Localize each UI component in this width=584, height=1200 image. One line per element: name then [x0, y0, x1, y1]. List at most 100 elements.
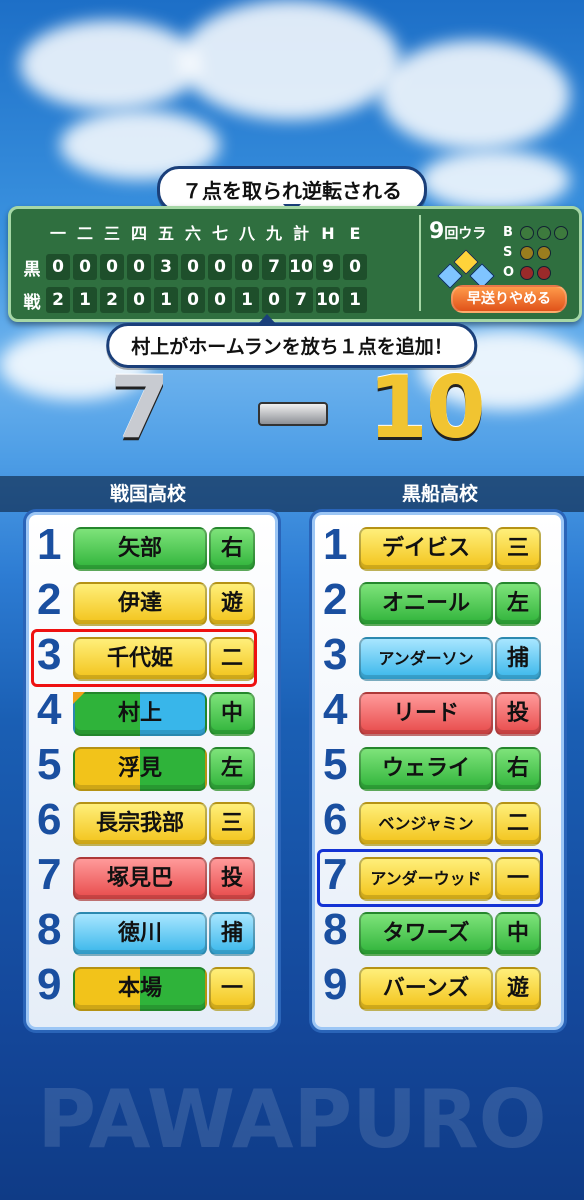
inning-score: 3 [154, 254, 178, 280]
batting-order: 2 [37, 575, 62, 624]
position-badge: 右 [209, 527, 255, 571]
out-lamp [520, 265, 534, 280]
lineup-row[interactable]: 8 徳川 捕 [37, 905, 269, 956]
strike-label: S [503, 245, 513, 260]
inning-score: 1 [154, 287, 178, 313]
lineup-row[interactable]: 1 矢部 右 [37, 520, 269, 571]
inning-score: 0 [208, 287, 232, 313]
inning-header: 七 [211, 224, 228, 243]
team-abbrev: 戦 [23, 292, 41, 313]
inning-score: 1 [73, 287, 97, 313]
base-diamond [435, 249, 495, 289]
lineup-row[interactable]: 9 本場 一 [37, 960, 269, 1011]
inning-score: 0 [262, 287, 286, 313]
strike-lamp [537, 245, 551, 260]
out-lamp [537, 265, 551, 280]
lineup-row[interactable]: 9 バーンズ 遊 [323, 960, 555, 1011]
player-name: 村上 [73, 692, 207, 736]
inning-header: 三 [103, 224, 120, 243]
inning-score: 1 [235, 287, 259, 313]
scoreboard-row-top: 黒 0 0 0 0 3 0 0 0 7 10 9 0 [21, 252, 413, 282]
cloud [180, 0, 400, 120]
lineup-row[interactable]: 6 長宗我部 三 [37, 795, 269, 846]
lineup-panel-left: 1 矢部 右 2 伊達 遊 3 千代姫 二 4 村上 中 5 浮見 左 6 長宗… [26, 512, 278, 1030]
inning-score: 0 [181, 254, 205, 280]
position-badge: 一 [209, 967, 255, 1011]
inning-score: 0 [100, 254, 124, 280]
player-name: バーンズ [359, 967, 493, 1011]
inning-half: 回ウラ [444, 226, 487, 242]
errors: 0 [343, 254, 367, 280]
inning-score: 0 [46, 254, 70, 280]
batting-order: 4 [37, 685, 62, 734]
background-watermark: PAWAPURO [37, 1073, 547, 1166]
cloud [20, 20, 200, 110]
cloud [380, 40, 570, 150]
position-badge: 捕 [495, 637, 541, 681]
strike-count: S [503, 245, 551, 260]
inning-panel: 9回ウラ B S O 早送りやめる [419, 215, 573, 313]
lineup-row[interactable]: 3 アンダーソン 捕 [323, 630, 555, 681]
batting-order: 1 [323, 520, 348, 569]
position-badge: 三 [495, 527, 541, 571]
stop-fast-forward-button[interactable]: 早送りやめる [451, 285, 567, 313]
batting-order: 1 [37, 520, 62, 569]
hits-header: H [321, 224, 335, 243]
lineup-row[interactable]: 2 伊達 遊 [37, 575, 269, 626]
batting-order: 5 [323, 740, 348, 789]
inning-header: 九 [265, 224, 282, 243]
inning-indicator: 9回ウラ [429, 219, 486, 244]
batting-order: 6 [323, 795, 348, 844]
lineup-row[interactable]: 2 オニール 左 [323, 575, 555, 626]
hits: 10 [316, 287, 340, 313]
player-name: 浮見 [73, 747, 207, 791]
player-name: ウェライ [359, 747, 493, 791]
batting-order: 4 [323, 685, 348, 734]
lineup-row[interactable]: 4 リード 投 [323, 685, 555, 736]
errors-header: E [349, 224, 361, 243]
scoreboard: 一 二 三 四 五 六 七 八 九 計 H E 黒 0 0 0 0 3 0 0 … [8, 206, 582, 322]
inning-score: 2 [46, 287, 70, 313]
lineup-row[interactable]: 4 村上 中 [37, 685, 269, 736]
total-score: 7 [289, 287, 313, 313]
position-badge: 遊 [495, 967, 541, 1011]
lineup-row[interactable]: 5 浮見 左 [37, 740, 269, 791]
ball-label: B [503, 225, 513, 240]
batting-order: 5 [37, 740, 62, 789]
inning-header: 五 [157, 224, 174, 243]
player-name: 徳川 [73, 912, 207, 956]
batting-order: 6 [37, 795, 62, 844]
team-name-left: 戦国高校 [0, 476, 296, 512]
lineup-row[interactable]: 7 塚見巴 投 [37, 850, 269, 901]
position-badge: 遊 [209, 582, 255, 626]
position-badge: 三 [209, 802, 255, 846]
batting-order: 7 [37, 850, 62, 899]
player-name: 本場 [73, 967, 207, 1011]
player-name: タワーズ [359, 912, 493, 956]
inning-score: 0 [127, 287, 151, 313]
player-name: アンダーソン [359, 637, 493, 681]
out-label: O [503, 265, 515, 280]
lineup-row-current-batter[interactable]: 3 千代姫 二 [31, 629, 269, 687]
batting-order: 8 [323, 905, 348, 954]
lineup-row-selected[interactable]: 7 アンダーウッド 一 [317, 849, 555, 907]
batting-order: 9 [323, 960, 348, 1009]
lineup-row[interactable]: 8 タワーズ 中 [323, 905, 555, 956]
position-badge: 中 [495, 912, 541, 956]
lineup-row[interactable]: 5 ウェライ 右 [323, 740, 555, 791]
team-abbrev: 黒 [23, 259, 41, 280]
inning-header-row: 一 二 三 四 五 六 七 八 九 計 H E [21, 219, 413, 249]
inning-header: 六 [184, 224, 201, 243]
headline-text: ７点を取られ逆転される [182, 179, 402, 203]
ball-lamp [520, 225, 534, 240]
ball-count: B [503, 225, 568, 240]
batting-order: 3 [323, 630, 348, 679]
subline-text: 村上がホームランを放ち１点を追加！ [131, 336, 453, 358]
player-name: ベンジャミン [359, 802, 493, 846]
corner-marker [73, 692, 85, 704]
total-score: 10 [289, 254, 313, 280]
strike-lamp [520, 245, 534, 260]
lineup-row[interactable]: 1 デイビス 三 [323, 520, 555, 571]
score-left: 7 [110, 358, 170, 458]
lineup-row[interactable]: 6 ベンジャミン 二 [323, 795, 555, 846]
